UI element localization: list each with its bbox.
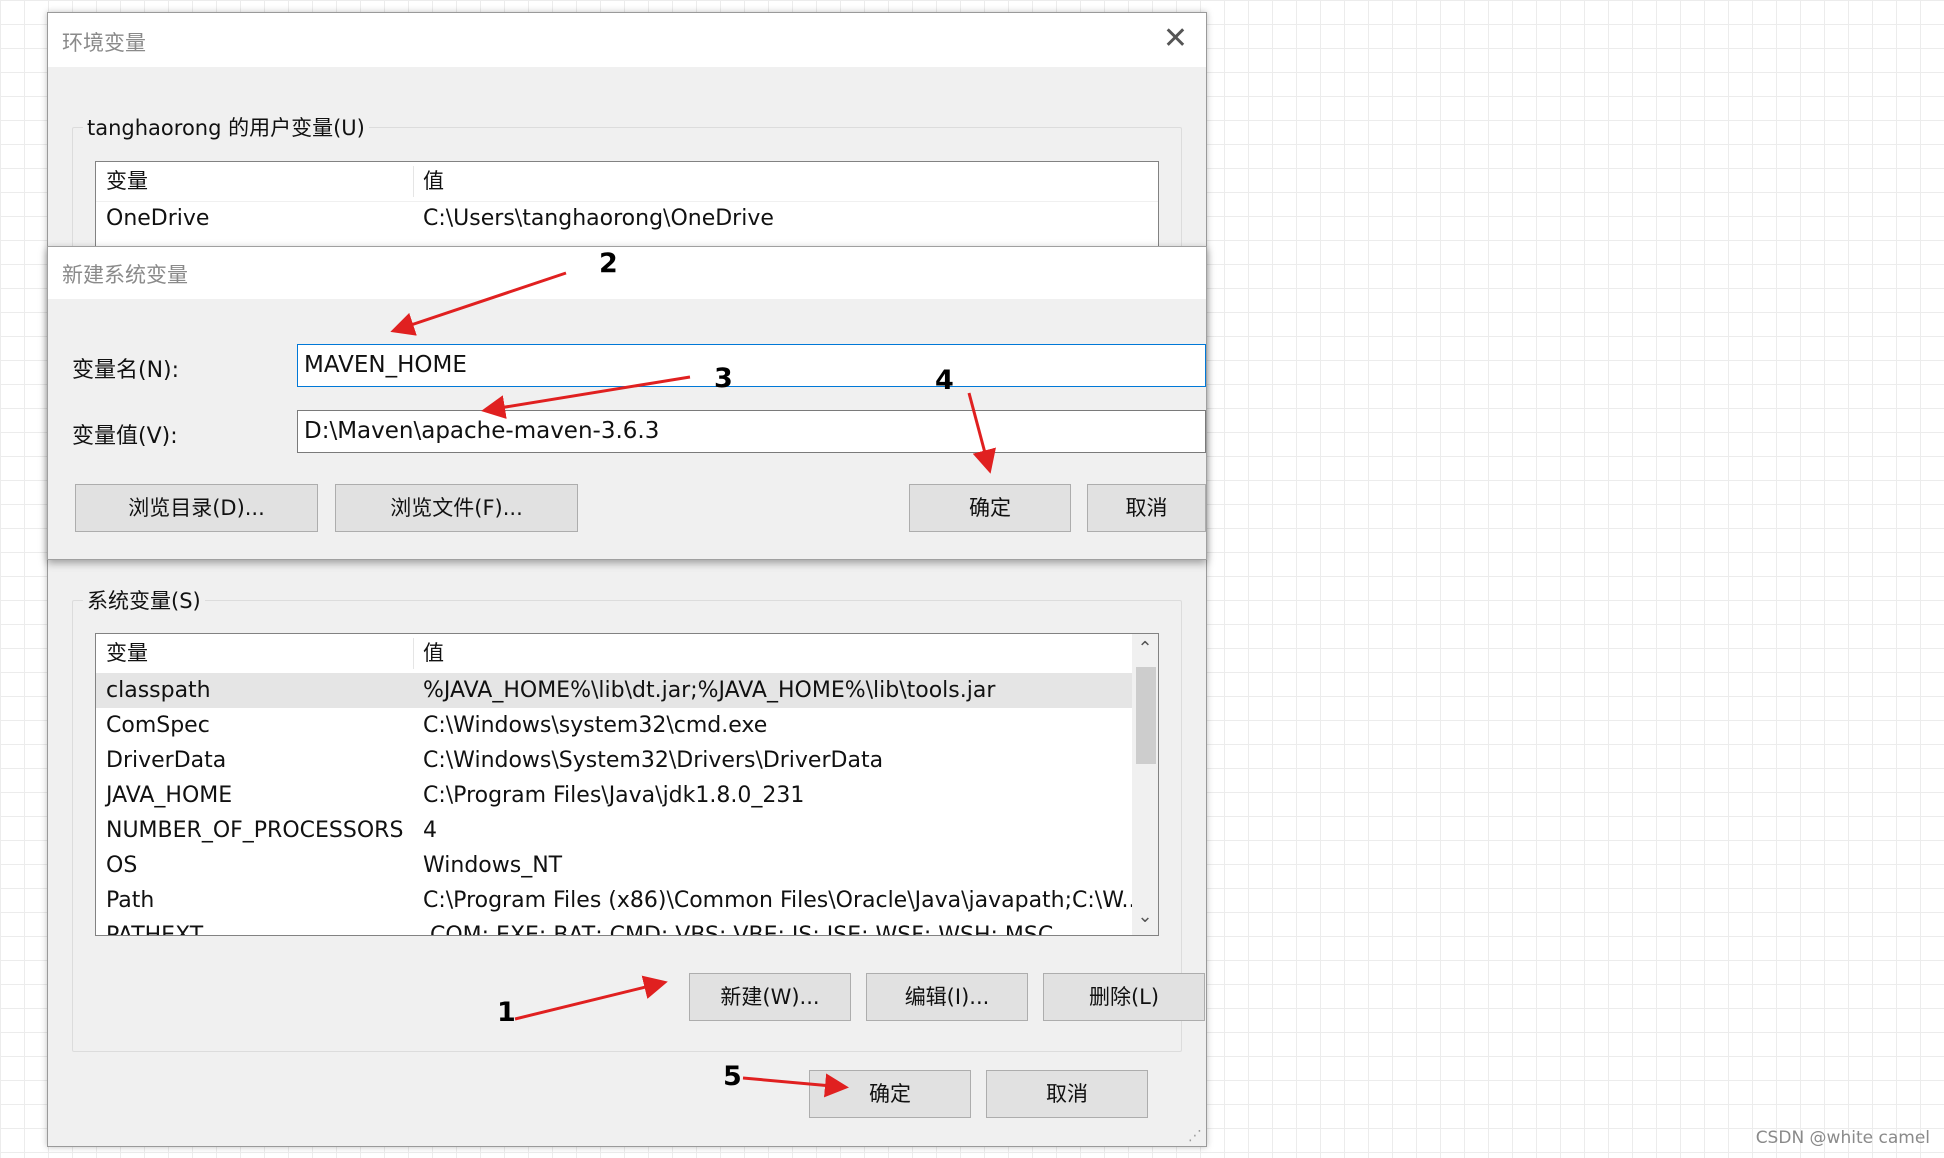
annotation-arrows	[390, 271, 996, 1098]
arrow-1	[514, 975, 668, 1021]
arrow-2	[390, 271, 567, 336]
annotation-number-5: 5	[723, 1061, 742, 1092]
annotation-number-2: 2	[599, 248, 618, 279]
annotation-number-1: 1	[497, 997, 516, 1028]
annotation-number-4: 4	[935, 365, 954, 396]
arrow-5	[742, 1073, 849, 1098]
annotation-number-3: 3	[714, 363, 733, 394]
watermark: CSDN @white camel	[1755, 1128, 1930, 1148]
arrow-4	[967, 392, 996, 474]
arrow-3	[481, 375, 691, 419]
